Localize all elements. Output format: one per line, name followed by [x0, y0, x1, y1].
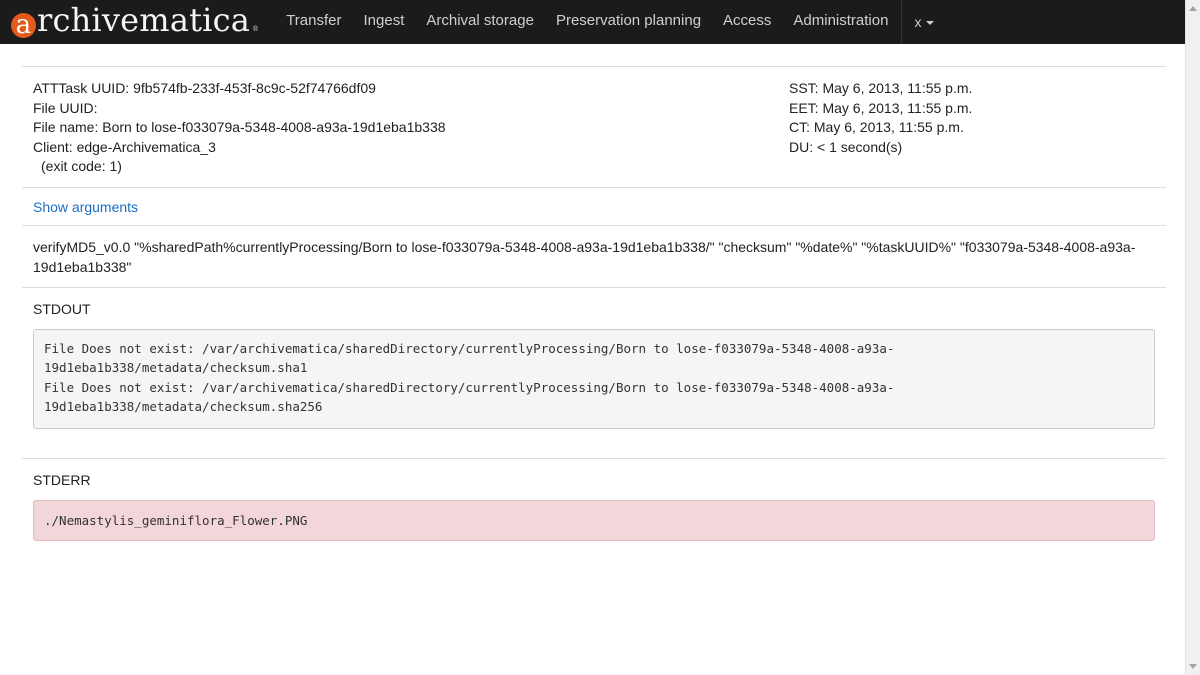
- scroll-up-arrow-icon[interactable]: [1189, 6, 1197, 11]
- stdout-section: STDOUT File Does not exist: /var/archive…: [22, 286, 1166, 458]
- vertical-scrollbar[interactable]: [1185, 0, 1200, 675]
- show-arguments-link[interactable]: Show arguments: [33, 199, 138, 215]
- scroll-down-arrow-icon[interactable]: [1189, 664, 1197, 669]
- archivematica-logo[interactable]: a rchivematica ®: [11, 1, 259, 39]
- nav-ingest[interactable]: Ingest: [353, 0, 416, 44]
- logo-mark-icon: a: [11, 12, 36, 38]
- nav-archival-storage[interactable]: Archival storage: [415, 0, 545, 44]
- nav-access[interactable]: Access: [712, 0, 782, 44]
- duration: DU: < 1 second(s): [789, 138, 903, 155]
- task-identifiers: ATTTask UUID: 9fb574fb-233f-453f-8c9c-52…: [33, 79, 446, 177]
- stderr-section: STDERR ./Nemastylis_geminiflora_Flower.P…: [22, 457, 1166, 541]
- task-timing: SST: May 6, 2013, 11:55 p.m. EET: May 6,…: [789, 79, 1155, 177]
- client: Client: edge-Archivematica_3: [33, 138, 216, 155]
- arguments-toggle-row: Show arguments: [22, 186, 1166, 225]
- stdout-heading: STDOUT: [33, 300, 91, 317]
- user-name: x: [914, 14, 922, 30]
- task-metadata: ATTTask UUID: 9fb574fb-233f-453f-8c9c-52…: [22, 66, 1166, 187]
- end-time: EET: May 6, 2013, 11:55 p.m.: [789, 99, 973, 116]
- exit-code: (exit code: 1): [41, 158, 122, 174]
- stderr-output: ./Nemastylis_geminiflora_Flower.PNG: [33, 499, 1155, 541]
- file-uuid: File UUID:: [33, 99, 98, 116]
- file-name: File name: Born to lose-f033079a-5348-40…: [33, 119, 446, 135]
- stderr-heading: STDERR: [33, 471, 91, 488]
- main-nav: Transfer Ingest Archival storage Preserv…: [275, 0, 946, 44]
- nav-transfer[interactable]: Transfer: [275, 0, 352, 44]
- task-detail: ATTTask UUID: 9fb574fb-233f-453f-8c9c-52…: [22, 66, 1166, 541]
- start-time: SST: May 6, 2013, 11:55 p.m.: [789, 80, 973, 96]
- logo-text: rchivematica: [37, 1, 250, 39]
- stdout-output: File Does not exist: /var/archivematica/…: [33, 328, 1155, 429]
- created-time: CT: May 6, 2013, 11:55 p.m.: [789, 119, 964, 135]
- caret-down-icon: [926, 21, 935, 25]
- nav-administration[interactable]: Administration: [782, 0, 899, 44]
- command-line: verifyMD5_v0.0 "%sharedPath%currentlyPro…: [22, 224, 1166, 287]
- user-menu[interactable]: x: [902, 0, 946, 44]
- task-uuid: ATTTask UUID: 9fb574fb-233f-453f-8c9c-52…: [33, 80, 376, 96]
- logo-registered-mark: ®: [252, 25, 260, 33]
- top-navbar: a rchivematica ® Transfer Ingest Archival …: [0, 0, 1185, 44]
- nav-preservation-planning[interactable]: Preservation planning: [545, 0, 712, 44]
